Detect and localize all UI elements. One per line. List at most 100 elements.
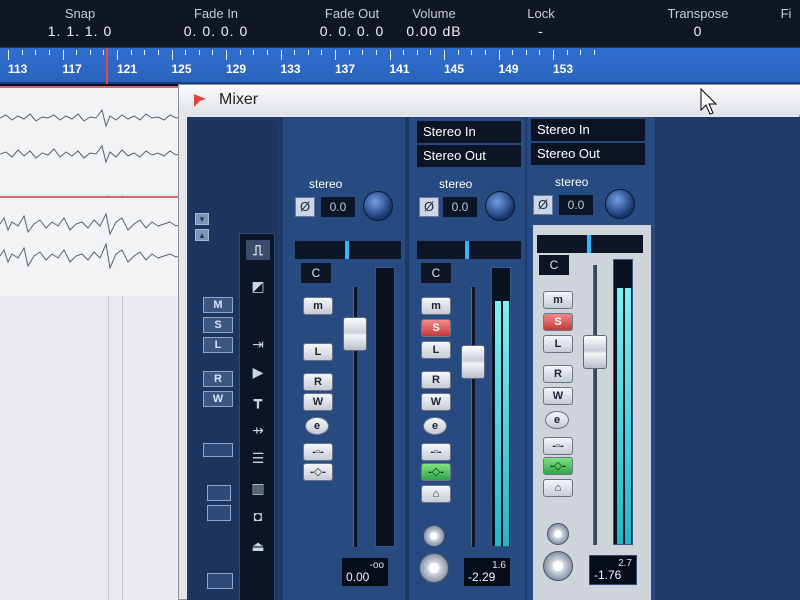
fine-tune-field[interactable]: Fi — [772, 6, 800, 23]
snap-value[interactable]: 1. 1. 1. 0 — [34, 23, 126, 39]
channel-1-gain-knob[interactable] — [363, 191, 393, 221]
channel-3-output-routing[interactable]: Stereo Out — [531, 143, 645, 165]
view-option-button[interactable] — [203, 443, 233, 457]
channel-2-listen-button[interactable]: L — [421, 341, 451, 359]
channel-1-write-button[interactable]: W — [303, 393, 333, 411]
channel-3-volume-display[interactable]: 2.7 -1.76 — [589, 555, 637, 585]
lock-value[interactable]: - — [516, 23, 566, 39]
channel-3-input-routing[interactable]: Stereo In — [531, 119, 645, 141]
channel-2-edit-button[interactable]: e — [423, 417, 447, 435]
channel-2-input-gain[interactable]: 0.0 — [443, 197, 477, 217]
monitor-icon[interactable]: ◩ — [246, 276, 270, 296]
channel-1-fader[interactable] — [343, 317, 367, 351]
timeline-ruler[interactable]: 113 117 121 125 129 133 137 141 145 149 153 — [0, 48, 800, 84]
channel-1-volume-display[interactable]: -oo 0.00 — [341, 557, 389, 587]
global-listen-button[interactable]: L — [203, 337, 233, 353]
channel-3-monitor-button[interactable] — [547, 523, 569, 545]
waveform — [0, 212, 200, 270]
channel-3-gain-knob[interactable] — [605, 189, 635, 219]
ruler-subtick — [144, 50, 146, 55]
channel-3-pan-bar[interactable] — [537, 235, 643, 253]
channel-1-insert-bypass-button[interactable]: -▫- — [303, 443, 333, 461]
bars-icon[interactable]: ▥ — [246, 478, 270, 498]
channel-2-volume-display[interactable]: 1.6 -2.29 — [463, 557, 511, 587]
channel-strip-3[interactable]: C m S L R W e -▫- -◇- ⌂ 2.7 -1.76 — [533, 225, 651, 600]
channel-3-phase-button[interactable]: Ø — [533, 195, 553, 215]
speaker-icon[interactable]: ⏏ — [246, 536, 270, 556]
mixer-window[interactable]: Mixer ▾ ▴ M S L R W ⎍ ◩ ⇥ ▶ ┳ ⇸ ☰ ▥ ◘ ⏏ … — [178, 84, 800, 600]
paste-settings-button[interactable] — [207, 505, 231, 521]
channel-3-automation-button[interactable]: ⌂ — [543, 479, 573, 497]
channel-1-input-gain[interactable]: 0.0 — [321, 197, 355, 217]
lock-icon[interactable]: ◘ — [246, 506, 270, 526]
ear-icon[interactable]: ⎍ — [246, 240, 270, 260]
channel-3-edit-button[interactable]: e — [545, 411, 569, 429]
channel-2-write-button[interactable]: W — [421, 393, 451, 411]
channel-2-read-button[interactable]: R — [421, 371, 451, 389]
fade-in-field[interactable]: Fade In 0. 0. 0. 0 — [166, 6, 266, 39]
eq-icon[interactable]: ┳ — [246, 390, 270, 410]
channel-2-insert-bypass-button[interactable]: -▫- — [421, 443, 451, 461]
channel-3-input-gain[interactable]: 0.0 — [559, 195, 593, 215]
transpose-value[interactable]: 0 — [660, 23, 736, 39]
channel-2-fader[interactable] — [461, 345, 485, 379]
channel-3-write-button[interactable]: W — [543, 387, 573, 405]
copy-settings-button[interactable] — [207, 485, 231, 501]
lines-icon[interactable]: ☰ — [246, 448, 270, 468]
channel-3-solo-button[interactable]: S — [543, 313, 573, 331]
channel-3-read-button[interactable]: R — [543, 365, 573, 383]
channel-3-mute-button[interactable]: m — [543, 291, 573, 309]
insert-icon[interactable]: ⇥ — [246, 334, 270, 354]
global-solo-button[interactable]: S — [203, 317, 233, 333]
fade-in-value[interactable]: 0. 0. 0. 0 — [166, 23, 266, 39]
link-icon[interactable]: ⇸ — [246, 420, 270, 440]
global-mute-button[interactable]: M — [203, 297, 233, 313]
channel-1-pan-bar[interactable] — [295, 241, 401, 259]
channel-1-edit-button[interactable]: e — [305, 417, 329, 435]
channel-3-listen-button[interactable]: L — [543, 335, 573, 353]
channel-2-pan-value[interactable]: C — [421, 263, 451, 283]
volume-field[interactable]: Volume 0.00 dB — [402, 6, 466, 39]
audio-track-2[interactable] — [0, 196, 200, 296]
channel-1-pan-value[interactable]: C — [301, 263, 331, 283]
channel-1-eq-bypass-button[interactable]: -◇- — [303, 463, 333, 481]
channel-3-record-enable-button[interactable] — [543, 551, 573, 581]
channel-1-phase-button[interactable]: Ø — [295, 197, 315, 217]
channel-2-gain-knob[interactable] — [485, 191, 515, 221]
channel-2-monitor-button[interactable] — [423, 525, 445, 547]
lock-field[interactable]: Lock - — [516, 6, 566, 39]
channel-2-automation-button[interactable]: ⌂ — [421, 485, 451, 503]
collapse-down-icon[interactable]: ▾ — [195, 213, 209, 225]
channel-2-phase-button[interactable]: Ø — [419, 197, 439, 217]
channel-1-read-button[interactable]: R — [303, 373, 333, 391]
channel-1-mute-button[interactable]: m — [303, 297, 333, 315]
left-locator-marker[interactable] — [106, 48, 108, 84]
fade-out-value[interactable]: 0. 0. 0. 0 — [304, 23, 400, 39]
channel-2-fader-track[interactable] — [471, 287, 475, 547]
channel-2-solo-button[interactable]: S — [421, 319, 451, 337]
play-icon[interactable]: ▶ — [246, 362, 270, 382]
global-write-button[interactable]: W — [203, 391, 233, 407]
channel-2-record-enable-button[interactable] — [419, 553, 449, 583]
channel-2-mute-button[interactable]: m — [421, 297, 451, 315]
volume-value[interactable]: 0.00 dB — [402, 23, 466, 39]
channel-2-pan-bar[interactable] — [417, 241, 521, 259]
transpose-field[interactable]: Transpose 0 — [660, 6, 736, 39]
channel-3-fader-track[interactable] — [593, 265, 597, 545]
channel-2-output-routing[interactable]: Stereo Out — [417, 145, 521, 167]
collapse-up-icon[interactable]: ▴ — [195, 229, 209, 241]
fade-out-field[interactable]: Fade Out 0. 0. 0. 0 — [304, 6, 400, 39]
channel-3-insert-bypass-button[interactable]: -▫- — [543, 437, 573, 455]
channel-3-record-button[interactable]: -◇- — [543, 457, 573, 475]
snap-field[interactable]: Snap 1. 1. 1. 0 — [34, 6, 126, 39]
mixer-settings-button[interactable] — [207, 573, 233, 589]
channel-2-record-button[interactable]: -◇- — [421, 463, 451, 481]
channel-strip-2: Stereo In Stereo Out stereo Ø 0.0 C m S … — [409, 117, 525, 600]
global-read-button[interactable]: R — [203, 371, 233, 387]
channel-2-input-routing[interactable]: Stereo In — [417, 121, 521, 143]
channel-3-fader[interactable] — [583, 335, 607, 369]
channel-1-listen-button[interactable]: L — [303, 343, 333, 361]
audio-track-1[interactable] — [0, 86, 200, 194]
arrange-tracks[interactable] — [0, 86, 200, 600]
channel-3-pan-value[interactable]: C — [539, 255, 569, 275]
